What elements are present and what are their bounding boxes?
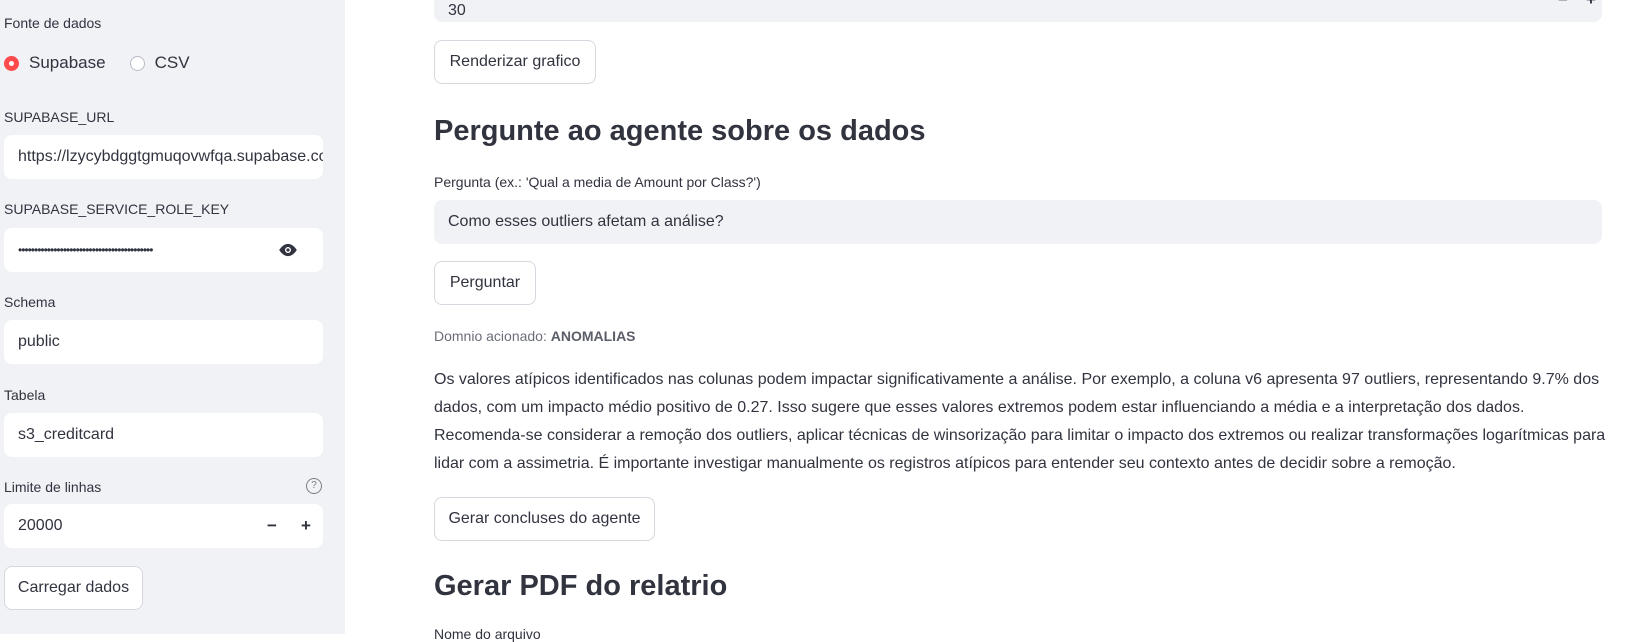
sidebar: Fonte de dados Supabase CSV SUPABASE_URL… — [0, 0, 345, 634]
service-role-key-label: SUPABASE_SERVICE_ROLE_KEY — [4, 201, 230, 217]
help-icon[interactable]: ? — [306, 478, 322, 494]
top-number-increment-button[interactable]: + — [1586, 0, 1596, 10]
table-label: Tabela — [4, 387, 46, 403]
top-number-decrement-button[interactable]: − — [1558, 0, 1568, 10]
service-role-key-input[interactable]: ••••••••••••••••••••••••••••••••••••••••… — [4, 228, 323, 272]
top-number-value[interactable]: 30 — [448, 2, 466, 20]
top-number-input[interactable]: 30 − + — [434, 0, 1602, 22]
schema-label: Schema — [4, 294, 56, 310]
row-limit-stepper[interactable]: 20000 − + — [4, 504, 323, 548]
render-chart-button[interactable]: Renderizar grafico — [434, 40, 596, 84]
radio-csv-label[interactable]: CSV — [155, 53, 190, 73]
row-limit-value[interactable]: 20000 — [18, 517, 63, 535]
domain-triggered: Domnio acionado: ANOMALIAS — [434, 328, 636, 344]
file-name-label: Nome do arquivo — [434, 626, 541, 642]
pdf-report-heading: Gerar PDF do relatrio — [434, 570, 728, 602]
data-source-label: Fonte de dados — [4, 15, 102, 31]
radio-csv[interactable] — [129, 55, 145, 71]
radio-supabase-label[interactable]: Supabase — [29, 53, 106, 73]
ask-agent-heading: Pergunte ao agente sobre os dados — [434, 115, 926, 147]
domain-value: ANOMALIAS — [550, 328, 636, 344]
eye-icon[interactable] — [277, 243, 299, 257]
ask-button[interactable]: Perguntar — [434, 261, 536, 305]
row-limit-increment-button[interactable]: + — [301, 516, 311, 536]
domain-prefix: Domnio acionado: — [434, 328, 551, 344]
row-limit-label: Limite de linhas — [4, 479, 102, 495]
main-content: 30 − + Renderizar grafico Pergunte ao ag… — [345, 0, 1634, 642]
service-role-key-value: ••••••••••••••••••••••••••••••••••••••••… — [18, 243, 153, 257]
supabase-url-input[interactable]: https://lzycybdggtgmuqovwfqa.supabase.co — [4, 135, 323, 179]
row-limit-decrement-button[interactable]: − — [267, 516, 277, 536]
load-data-button[interactable]: Carregar dados — [4, 566, 143, 610]
radio-supabase[interactable] — [4, 55, 19, 71]
generate-conclusions-button[interactable]: Gerar concluses do agente — [434, 497, 655, 541]
question-input[interactable]: Como esses outliers afetam a análise? — [434, 200, 1602, 244]
table-input[interactable]: s3_creditcard — [4, 413, 323, 457]
question-label: Pergunta (ex.: 'Qual a media de Amount p… — [434, 174, 761, 190]
supabase-url-label: SUPABASE_URL — [4, 109, 115, 125]
agent-answer: Os valores atípicos identificados nas co… — [434, 371, 1606, 472]
schema-input[interactable]: public — [4, 320, 323, 364]
data-source-radio-group: Supabase CSV — [4, 53, 190, 73]
